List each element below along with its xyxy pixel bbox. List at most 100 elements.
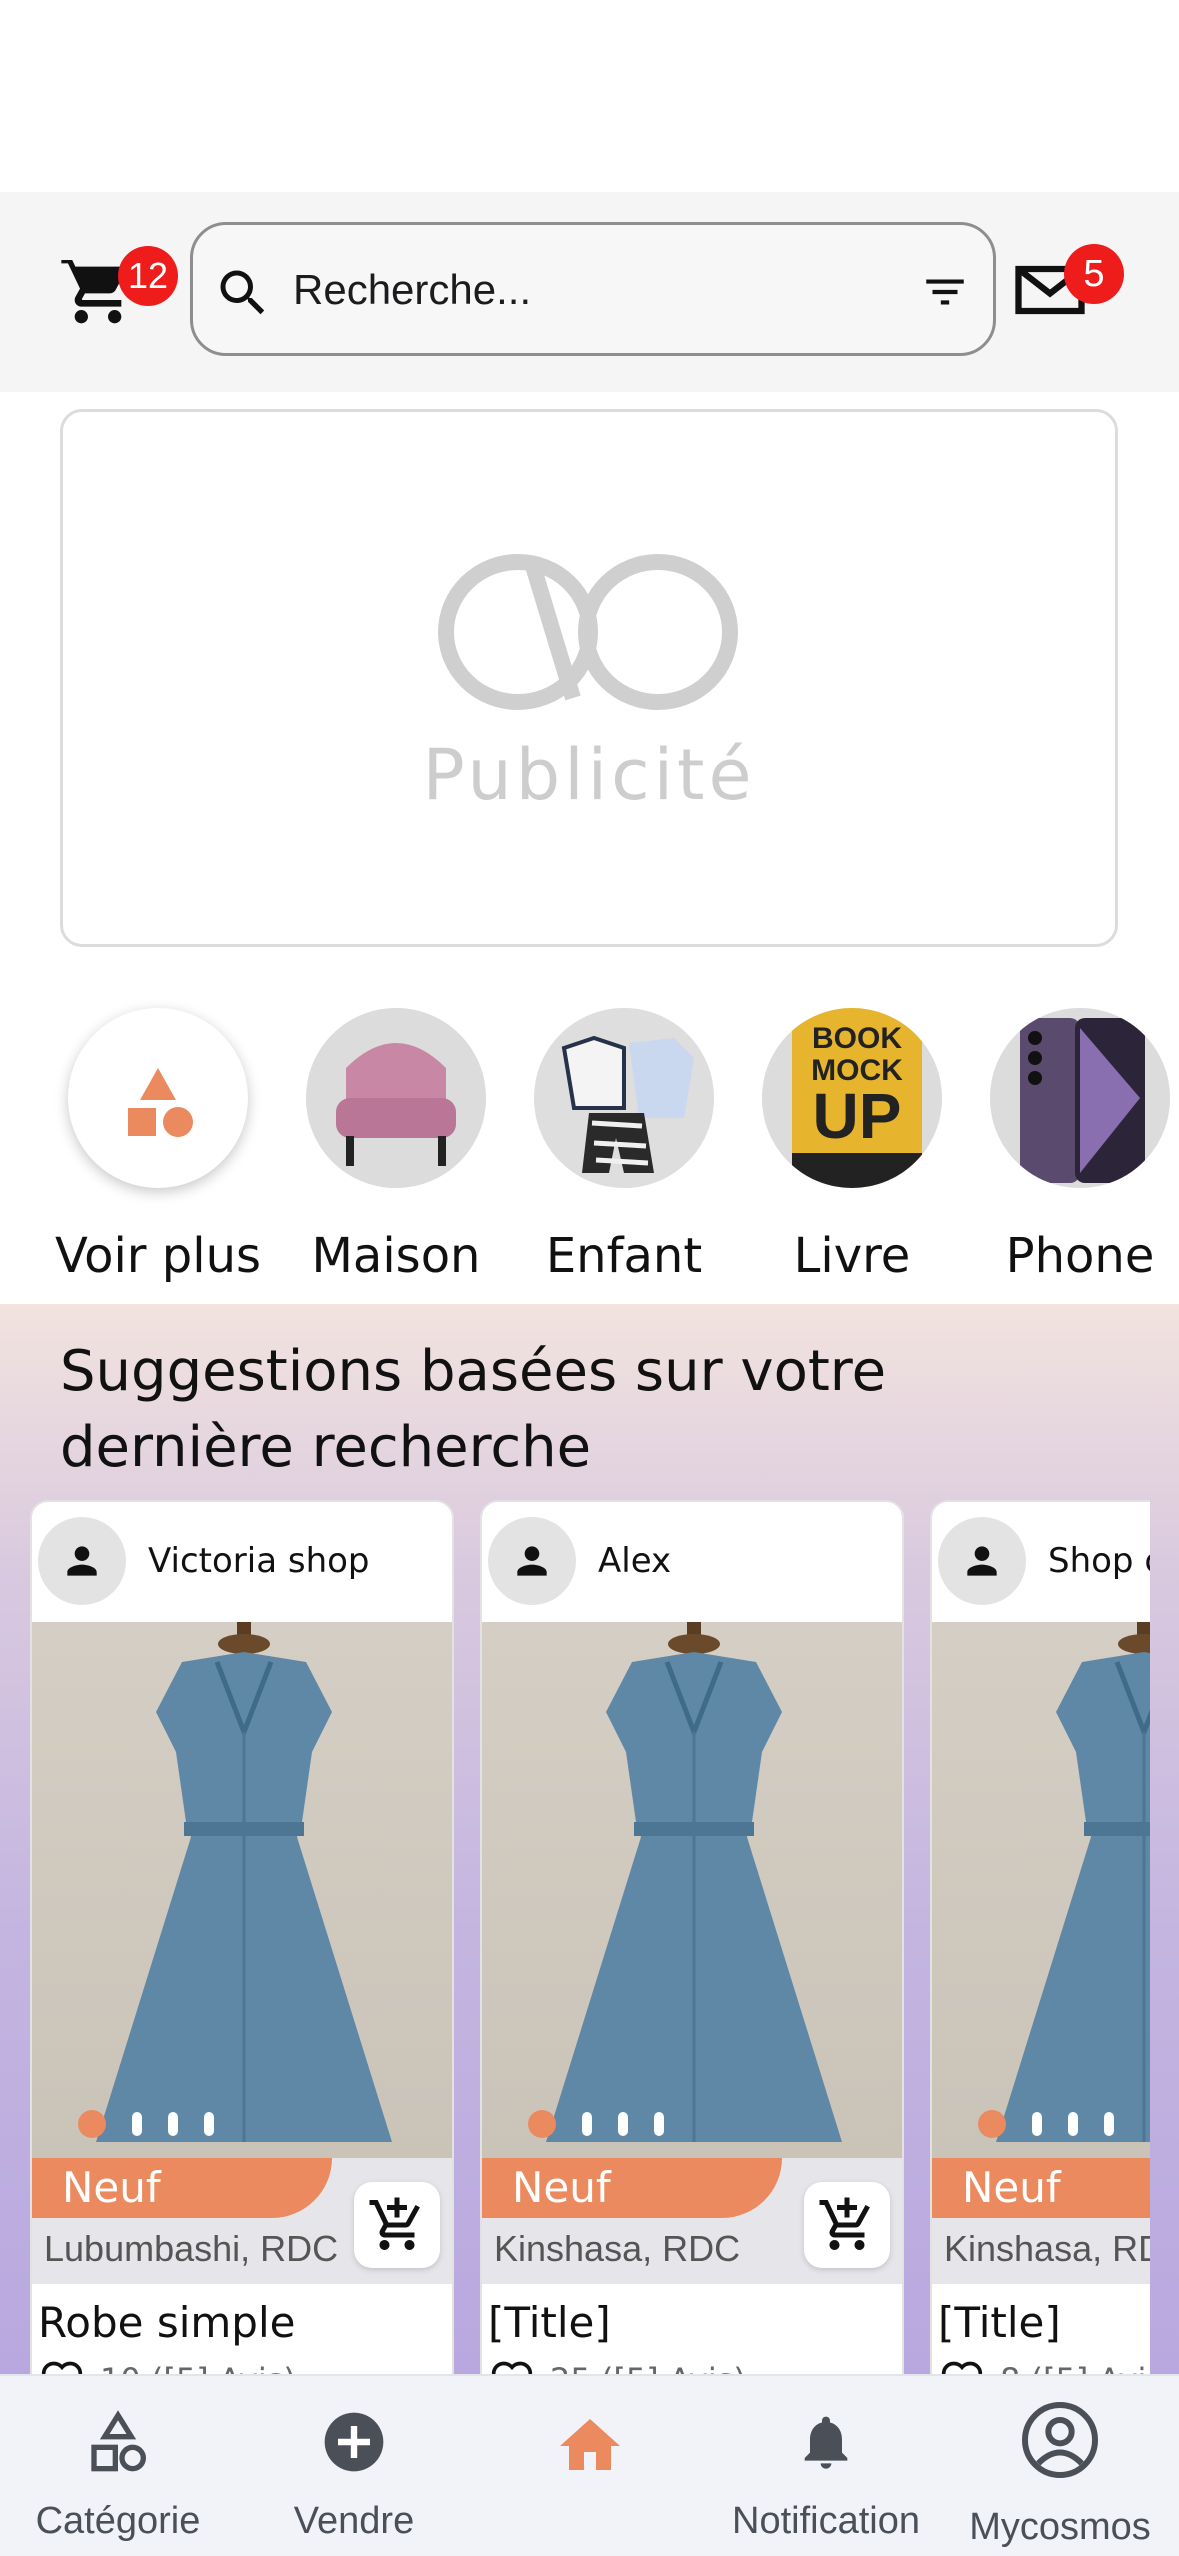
person-icon <box>967 1546 997 1576</box>
nav-categorie[interactable]: Catégorie <box>0 2376 236 2556</box>
nav-label: Vendre <box>293 2500 415 2542</box>
condition-badge: Neuf <box>482 2158 782 2218</box>
product-title: Robe simple <box>38 2298 296 2347</box>
pager-dot[interactable] <box>204 2112 214 2136</box>
pager-dot[interactable] <box>618 2112 628 2136</box>
add-to-cart-button[interactable] <box>804 2182 890 2268</box>
product-title: [Title] <box>488 2298 611 2347</box>
pager-dot[interactable] <box>654 2112 664 2136</box>
pager-dot[interactable] <box>168 2112 178 2136</box>
nav-label: Catégorie <box>35 2500 201 2542</box>
category-voir-plus[interactable]: Voir plus <box>48 1000 268 1284</box>
product-meta: Neuf Lubumbashi, RDC <box>32 2158 452 2284</box>
nav-label: Notification <box>732 2500 920 2542</box>
bell-icon <box>804 2416 848 2469</box>
category-label: Maison <box>311 1228 481 1284</box>
ad-banner[interactable]: Publicité <box>60 409 1118 947</box>
mail-count-badge: 5 <box>1064 244 1124 304</box>
home-icon <box>560 2419 620 2470</box>
svg-text:BOOK: BOOK <box>812 1022 902 1055</box>
seller-info[interactable]: Shop c <box>938 1516 1150 1606</box>
image-pager[interactable] <box>528 2110 664 2138</box>
dress-image <box>996 1622 1150 2142</box>
seller-name: Alex <box>598 1541 672 1581</box>
category-label: Livre <box>793 1228 911 1284</box>
category-enfant[interactable]: Enfant <box>514 1000 734 1284</box>
category-livre[interactable]: BOOK MOCK UP Livre <box>742 1000 962 1284</box>
avatar <box>938 1517 1026 1605</box>
image-pager[interactable] <box>78 2110 214 2138</box>
category-carousel[interactable]: Voir plus Maison Enfant BOOK MOCK UP Liv… <box>0 1000 1179 1300</box>
seller-info[interactable]: Alex <box>488 1516 671 1606</box>
product-card[interactable]: Shop c Neuf <box>930 1500 1150 2376</box>
ad-logo-icon <box>438 554 738 710</box>
add-cart-icon <box>369 2197 420 2250</box>
account-circle-icon <box>1022 2402 1098 2478</box>
avatar <box>488 1517 576 1605</box>
seller-info[interactable]: Victoria shop <box>38 1516 370 1606</box>
book-image: BOOK MOCK UP <box>762 1008 942 1188</box>
product-title: [Title] <box>938 2298 1061 2347</box>
product-location: Kinshasa, RDC <box>494 2228 741 2269</box>
add-cart-icon <box>819 2197 870 2250</box>
suggestions-section: Suggestions basées sur votre dernière re… <box>0 1304 1179 2376</box>
product-photo[interactable] <box>32 1622 452 2162</box>
category-label: Phone <box>1005 1228 1155 1284</box>
product-meta: Neuf Kinshasa, RDC <box>932 2158 1150 2284</box>
armchair-image <box>306 1008 486 1188</box>
nav-notification[interactable]: Notification <box>708 2376 944 2556</box>
ad-label: Publicité <box>422 734 756 816</box>
product-photo[interactable] <box>932 1622 1150 2162</box>
seller-name: Shop c <box>1048 1541 1150 1581</box>
cart-button[interactable]: 12 <box>58 246 178 336</box>
product-location: Kinshasa, RDC <box>944 2228 1150 2269</box>
person-icon <box>67 1546 97 1576</box>
pager-dot[interactable] <box>1104 2112 1114 2136</box>
suggestions-heading: Suggestions basées sur votre dernière re… <box>60 1339 887 1480</box>
seller-name: Victoria shop <box>148 1541 370 1581</box>
nav-home[interactable] <box>472 2376 708 2556</box>
nav-mycosmos[interactable]: Mycosmos <box>942 2376 1178 2556</box>
baby-clothes-image <box>534 1008 714 1188</box>
messages-button[interactable]: 5 <box>1008 244 1124 334</box>
search-input[interactable] <box>293 255 853 325</box>
category-maison[interactable]: Maison <box>286 1000 506 1284</box>
dress-image <box>546 1622 842 2142</box>
svg-text:UP: UP <box>813 1080 902 1152</box>
product-carousel[interactable]: Victoria shop Neuf Lubumbashi, RDC Robe … <box>30 1500 1150 2376</box>
pager-dot[interactable] <box>132 2112 142 2136</box>
search-bar[interactable] <box>190 222 996 356</box>
filter-icon[interactable] <box>917 267 973 317</box>
add-circle-icon <box>324 2412 384 2472</box>
nav-vendre[interactable]: Vendre <box>236 2376 472 2556</box>
pager-dot[interactable] <box>528 2110 556 2138</box>
condition-badge: Neuf <box>32 2158 332 2218</box>
add-to-cart-button[interactable] <box>354 2182 440 2268</box>
category-label: Enfant <box>545 1228 703 1284</box>
pager-dot[interactable] <box>978 2110 1006 2138</box>
product-card[interactable]: Victoria shop Neuf Lubumbashi, RDC Robe … <box>30 1500 454 2376</box>
pager-dot[interactable] <box>1068 2112 1078 2136</box>
pager-dot[interactable] <box>582 2112 592 2136</box>
phone-image <box>990 1008 1170 1188</box>
bottom-nav: Catégorie Vendre Notification Mycosmos <box>0 2374 1179 2556</box>
status-bar-area <box>0 0 1179 192</box>
product-meta: Neuf Kinshasa, RDC <box>482 2158 902 2284</box>
search-icon <box>220 270 265 315</box>
condition-badge: Neuf <box>932 2158 1150 2218</box>
pager-dot[interactable] <box>78 2110 106 2138</box>
category-label: Voir plus <box>54 1228 262 1284</box>
pager-dot[interactable] <box>1032 2112 1042 2136</box>
category-phone[interactable]: Phone <box>970 1000 1179 1284</box>
product-photo[interactable] <box>482 1622 902 2162</box>
product-card[interactable]: Alex Neuf Kinshasa, RDC [Title] <box>480 1500 904 2376</box>
avatar <box>38 1517 126 1605</box>
image-pager[interactable] <box>978 2110 1114 2138</box>
dress-image <box>96 1622 392 2142</box>
cart-count-badge: 12 <box>118 246 178 306</box>
nav-label: Mycosmos <box>969 2506 1151 2548</box>
person-icon <box>517 1546 547 1576</box>
product-location: Lubumbashi, RDC <box>44 2228 339 2269</box>
shapes-icon <box>91 2410 146 2472</box>
shapes-icon <box>68 1008 248 1188</box>
